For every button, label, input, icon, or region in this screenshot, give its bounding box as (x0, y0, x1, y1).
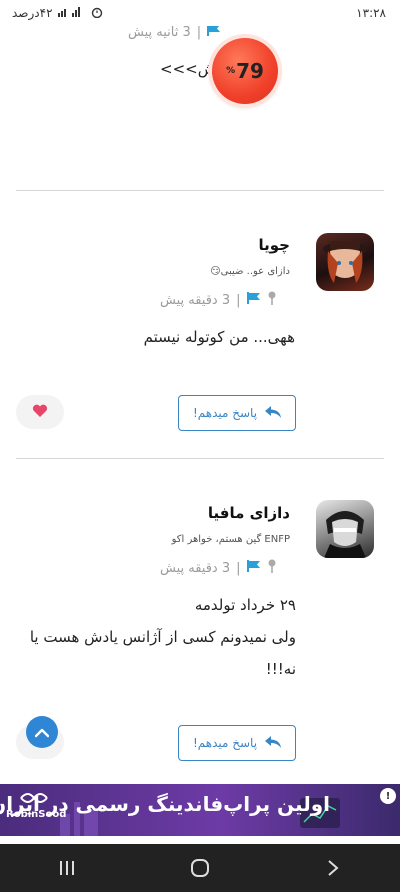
recent-apps-icon (59, 861, 74, 875)
comment-text-line: ۲۹ خرداد تولدمه (194, 596, 296, 614)
comment-user-subtitle: ENFP گین هستم، خواهر اکو (171, 534, 290, 545)
ad-banner[interactable]: RobinSood اولین پراپ‌فاندینگ رسمی در ایر… (0, 784, 400, 836)
reply-icon (265, 405, 282, 421)
home-button[interactable] (170, 848, 230, 888)
signal-icon (57, 6, 86, 20)
pin-icon[interactable] (267, 291, 277, 309)
top-post-meta: | 3 ثانیه پیش (128, 26, 221, 40)
comment-time: 3 دقیقه پیش (160, 292, 231, 308)
comment-username[interactable]: چویا (259, 236, 290, 254)
scroll-top-button[interactable] (26, 716, 58, 748)
score-value: 79 (236, 59, 264, 83)
system-navigation-bar (0, 844, 400, 892)
top-post-time: 3 ثانیه پیش (128, 26, 191, 40)
comment-username[interactable]: دازای مافیا (208, 504, 290, 522)
status-time: ۱۳:۲۸ (356, 6, 386, 20)
avatar[interactable] (316, 233, 374, 291)
ad-info-icon[interactable]: ! (380, 788, 396, 804)
comment-text-line: ههی... من کوتوله نیستم (143, 328, 295, 346)
reply-button[interactable]: پاسخ میدهم! (178, 725, 296, 761)
divider (16, 458, 384, 459)
avatar[interactable] (316, 500, 374, 558)
like-button[interactable] (16, 395, 64, 429)
reply-label: پاسخ میدهم! (192, 406, 258, 420)
comment-meta: | 3 دقیقه پیش (160, 559, 277, 577)
comment-time: 3 دقیقه پیش (160, 560, 231, 576)
flag-icon[interactable] (246, 560, 261, 576)
divider (16, 190, 384, 191)
status-bar: ۴۲درصد ۱۳:۲۸ (0, 0, 400, 26)
comments-feed[interactable]: | 3 ثانیه پیش انش>>> % 79 چویا دازای عو..… (0, 26, 400, 844)
comment-text-line: نه!!! (265, 660, 296, 678)
flag-icon[interactable] (207, 26, 221, 40)
reply-button[interactable]: پاسخ میدهم! (178, 395, 296, 431)
score-badge: % 79 (212, 38, 278, 104)
battery-text: ۴۲درصد (12, 6, 53, 20)
home-icon (190, 859, 209, 877)
reply-label: پاسخ میدهم! (192, 736, 258, 750)
flag-icon[interactable] (246, 292, 261, 308)
comment-user-subtitle: دازای عو.. ضیبی😏 (210, 266, 290, 277)
alarm-icon (91, 6, 103, 21)
ad-headline: اولین پراپ‌فاندینگ رسمی در ایران (0, 792, 330, 816)
recent-apps-button[interactable] (37, 848, 97, 888)
back-button[interactable] (303, 848, 363, 888)
back-icon (328, 860, 339, 876)
status-icons: ۴۲درصد (12, 6, 103, 21)
pin-icon[interactable] (267, 559, 277, 577)
comment-meta: | 3 دقیقه پیش (160, 291, 277, 309)
heart-icon (32, 403, 48, 422)
score-unit: % (226, 66, 236, 76)
chevron-up-icon (34, 723, 50, 742)
comment-text-line: ولی نمیدونم کسی از آژانس یادش هست یا (29, 628, 296, 646)
reply-icon (265, 735, 282, 751)
